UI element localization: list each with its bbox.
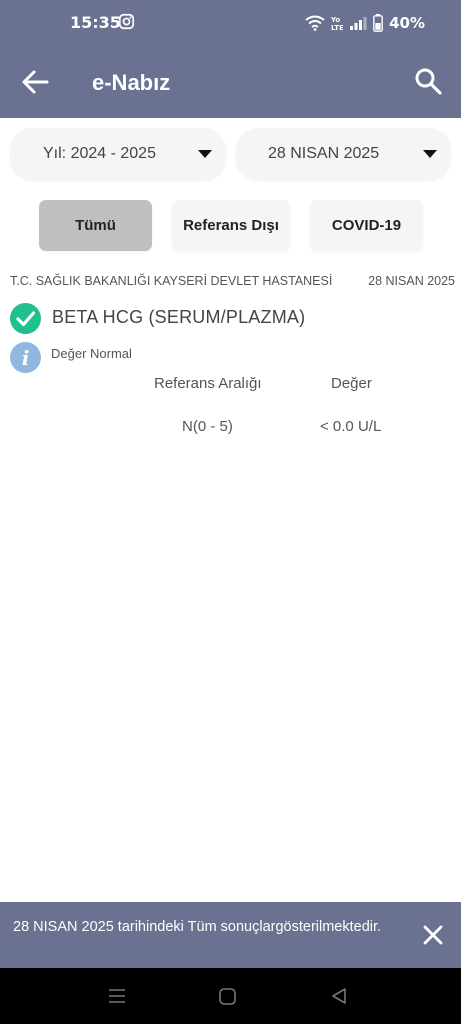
- caret-down-icon: [423, 150, 437, 158]
- arrow-left-icon: [22, 70, 49, 94]
- battery-icon: [373, 14, 383, 32]
- tab-covid-19[interactable]: COVID-19: [310, 200, 423, 251]
- year-dropdown[interactable]: Yıl: 2024 - 2025: [10, 128, 226, 180]
- reference-range-value: N(0 - 5): [182, 418, 233, 435]
- battery-percentage: 40%: [389, 14, 425, 32]
- value-status: Değer Normal: [51, 346, 132, 361]
- wifi-icon: [305, 15, 325, 31]
- close-icon: [423, 925, 443, 945]
- year-dropdown-value: Yıl: 2024 - 2025: [43, 145, 156, 162]
- caret-down-icon: [198, 150, 212, 158]
- svg-text:i: i: [22, 346, 30, 370]
- status-time: 15:35: [70, 13, 121, 32]
- result-date: 28 NISAN 2025: [368, 274, 455, 288]
- search-button[interactable]: [413, 66, 443, 96]
- result-header: T.C. SAĞLIK BAKANLIĞI KAYSERİ DEVLET HAS…: [10, 274, 455, 288]
- status-icons: Yo LTE 40%: [305, 14, 425, 32]
- page-title: e-Nabız: [92, 70, 171, 95]
- triangle-back-icon: [332, 988, 346, 1004]
- home-button[interactable]: [219, 988, 236, 1005]
- system-back-button[interactable]: [330, 987, 348, 1005]
- app-bar: e-Nabız: [0, 46, 461, 118]
- check-circle-icon: [10, 303, 41, 334]
- value-header: Değer: [331, 375, 372, 392]
- volte-icon: Yo LTE: [331, 16, 343, 31]
- instagram-icon: [118, 13, 135, 30]
- info-icon: i: [10, 342, 41, 373]
- menu-icon: [109, 989, 125, 1003]
- close-button[interactable]: [421, 923, 445, 947]
- snackbar: 28 NISAN 2025 tarihindeki Tüm sonuçlargö…: [0, 902, 461, 968]
- status-bar: 15:35 Yo LTE 40%: [0, 0, 461, 46]
- svg-text:Yo: Yo: [331, 16, 340, 24]
- date-dropdown-value: 28 NISAN 2025: [268, 145, 380, 162]
- home-icon: [219, 988, 236, 1005]
- hospital-name: T.C. SAĞLIK BAKANLIĞI KAYSERİ DEVLET HAS…: [10, 274, 333, 288]
- test-name[interactable]: BETA HCG (SERUM/PLAZMA): [52, 307, 305, 328]
- system-nav-bar: [0, 968, 461, 1024]
- tab-all[interactable]: Tümü: [39, 200, 152, 251]
- date-dropdown[interactable]: 28 NISAN 2025: [236, 128, 451, 180]
- back-button[interactable]: [20, 68, 50, 96]
- recent-apps-button[interactable]: [108, 988, 126, 1004]
- tab-out-of-reference[interactable]: Referans Dışı: [172, 200, 290, 251]
- result-value: < 0.0 U/L: [320, 418, 382, 435]
- search-icon: [415, 68, 442, 95]
- snackbar-message: 28 NISAN 2025 tarihindeki Tüm sonuçlargö…: [13, 919, 382, 935]
- signal-icon: [350, 17, 367, 30]
- reference-range-header: Referans Aralığı: [154, 375, 262, 392]
- svg-text:LTE: LTE: [331, 24, 343, 31]
